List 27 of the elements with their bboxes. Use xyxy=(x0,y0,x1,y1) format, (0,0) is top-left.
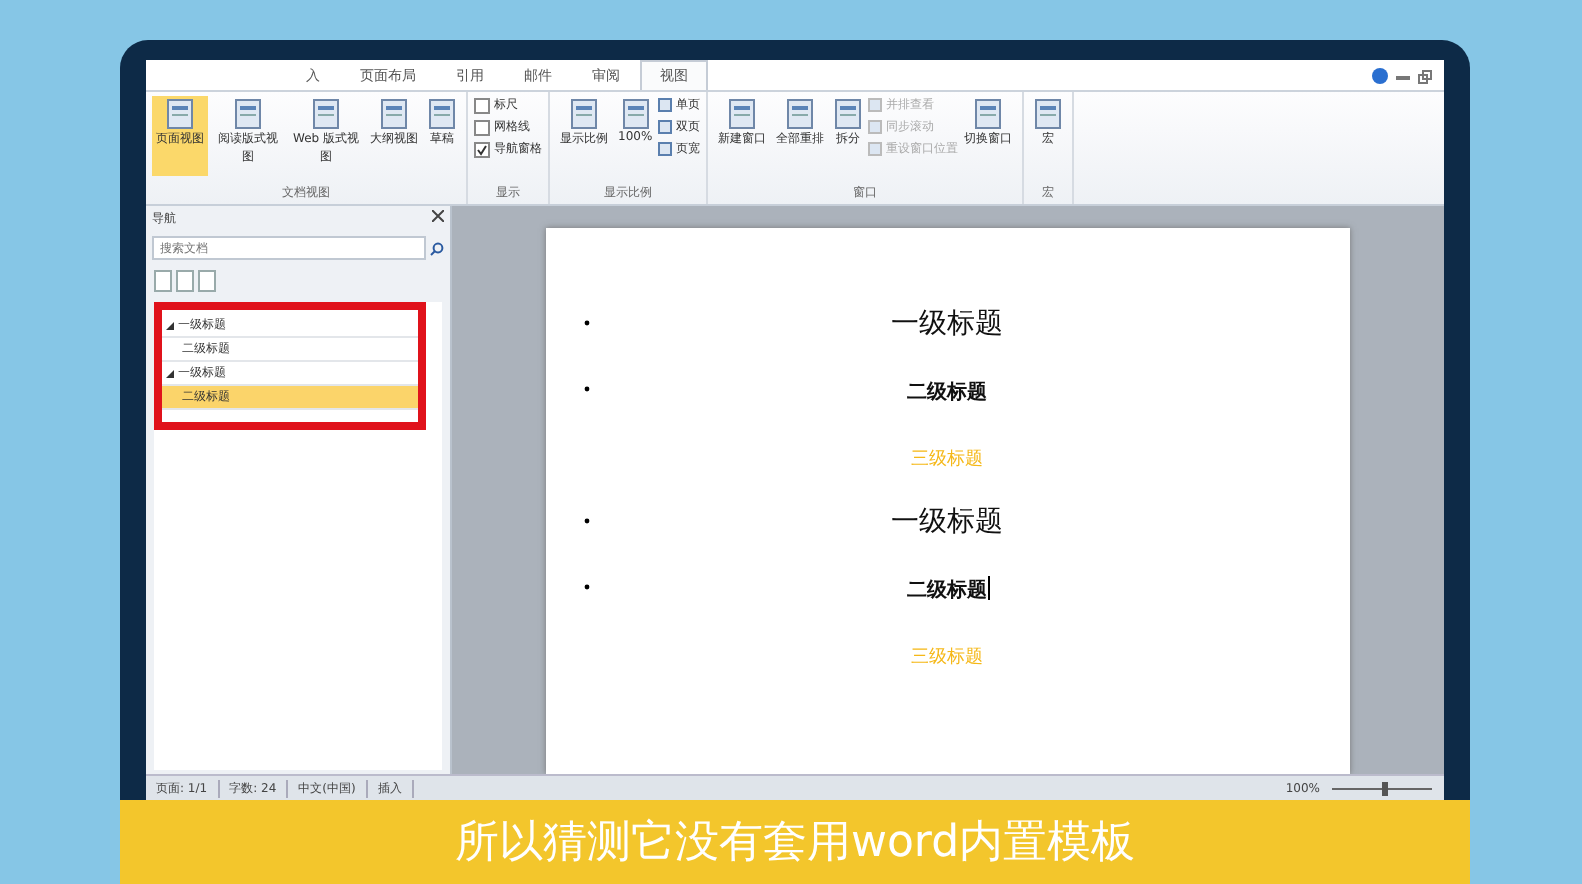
expanded-triangle-icon[interactable] xyxy=(166,369,174,377)
help-icon[interactable] xyxy=(1372,68,1388,84)
heading-text: 二级标题 xyxy=(907,382,987,404)
document-icon xyxy=(428,98,456,130)
document-icon xyxy=(570,98,598,130)
heading-text: 一级标题 xyxy=(891,307,1003,339)
subtitle: 所以猜测它没有套用word内置模板 xyxy=(454,816,1136,872)
restore-icon[interactable] xyxy=(1418,69,1432,83)
document-icon xyxy=(974,98,1003,130)
document-icon xyxy=(166,98,194,130)
heading-text: 二级标题 xyxy=(907,580,987,602)
document-icon xyxy=(1034,98,1063,130)
document-icon xyxy=(834,98,863,130)
close-icon[interactable] xyxy=(432,210,444,222)
document-icon xyxy=(786,98,815,130)
document-icon xyxy=(380,98,408,130)
expanded-triangle-icon[interactable] xyxy=(166,321,174,329)
document-icon xyxy=(621,98,650,130)
heading-text: 三级标题 xyxy=(911,450,983,470)
document-icon xyxy=(728,98,757,130)
search-icon[interactable] xyxy=(430,241,444,255)
heading-text: 三级标题 xyxy=(911,648,983,668)
zoom-slider[interactable] xyxy=(1382,781,1388,795)
document-icon xyxy=(234,98,262,130)
heading-text: 一级标题 xyxy=(891,505,1003,537)
document-icon xyxy=(312,98,340,130)
checkmark-icon xyxy=(476,143,488,155)
